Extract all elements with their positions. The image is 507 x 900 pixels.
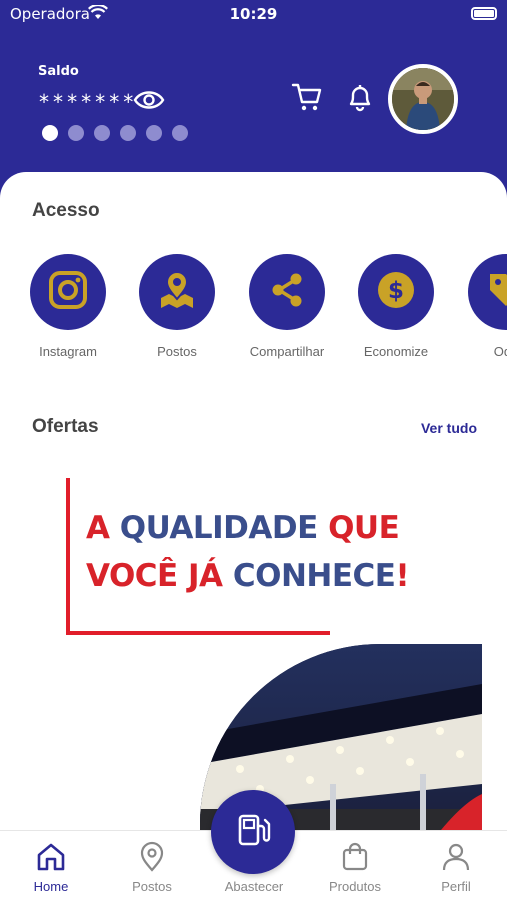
banner-accent-line	[66, 478, 70, 635]
pager-dot[interactable]	[42, 125, 58, 141]
saldo-label: Saldo	[38, 64, 79, 79]
clock: 10:29	[229, 5, 278, 23]
fuel-pump-icon	[233, 810, 273, 854]
map-pin-icon	[155, 268, 199, 316]
offer-banner[interactable]: A QUALIDADE QUE VOCÊ JÁ CONHECE!	[0, 462, 507, 844]
instagram-icon	[46, 268, 90, 316]
eye-icon[interactable]	[133, 88, 165, 116]
share-icon	[265, 268, 309, 316]
acesso-item-label: Ode	[493, 344, 507, 359]
tab-postos[interactable]: Postos	[102, 831, 202, 900]
shopping-bag-icon	[339, 841, 371, 877]
tab-perfil[interactable]: Perfil	[406, 831, 506, 900]
dollar-icon: $	[374, 268, 418, 316]
acesso-item-instagram[interactable]: Instagram	[13, 254, 123, 359]
acesso-carousel[interactable]: Instagram Postos Compartilhar $ Economiz…	[0, 254, 507, 374]
cart-icon[interactable]	[291, 82, 323, 116]
acesso-item-label: Compartilhar	[249, 344, 325, 359]
tab-home[interactable]: Home	[1, 831, 101, 900]
acesso-item-label: Economize	[363, 344, 429, 359]
tab-label: Produtos	[328, 879, 382, 894]
acesso-item-postos[interactable]: Postos	[122, 254, 232, 359]
pager-dot[interactable]	[146, 125, 162, 141]
tab-label: Postos	[132, 879, 172, 894]
ofertas-title: Ofertas	[32, 416, 99, 437]
pager-dot[interactable]	[68, 125, 84, 141]
saldo-value: *******	[38, 90, 137, 114]
acesso-title: Acesso	[32, 200, 100, 221]
acesso-item-label: Postos	[157, 344, 197, 359]
status-bar: Operadora 10:29	[0, 0, 507, 30]
acesso-item-compartilhar[interactable]: Compartilhar	[232, 254, 342, 359]
banner-accent-line	[66, 631, 330, 635]
tab-produtos[interactable]: Produtos	[305, 831, 405, 900]
tab-label: Abastecer	[224, 879, 284, 894]
location-icon	[136, 841, 168, 877]
acesso-item-ode[interactable]: Ode	[451, 254, 507, 359]
balance-pager[interactable]	[42, 125, 188, 141]
acesso-item-economize[interactable]: $ Economize	[341, 254, 451, 359]
svg-text:$: $	[388, 278, 404, 304]
pager-dot[interactable]	[120, 125, 136, 141]
user-icon	[440, 841, 472, 877]
pager-dot[interactable]	[94, 125, 110, 141]
bell-icon[interactable]	[345, 82, 375, 116]
avatar[interactable]	[388, 64, 458, 134]
tab-label: Perfil	[441, 879, 471, 894]
home-icon	[35, 841, 67, 877]
battery-icon	[471, 7, 497, 20]
pager-dot[interactable]	[172, 125, 188, 141]
banner-headline: A QUALIDADE QUE VOCÊ JÁ CONHECE!	[86, 510, 410, 594]
abastecer-button[interactable]	[211, 790, 295, 874]
ver-tudo-link[interactable]: Ver tudo	[421, 420, 477, 436]
acesso-item-label: Instagram	[39, 344, 97, 359]
tab-label: Home	[33, 879, 69, 894]
tag-icon	[484, 268, 507, 316]
